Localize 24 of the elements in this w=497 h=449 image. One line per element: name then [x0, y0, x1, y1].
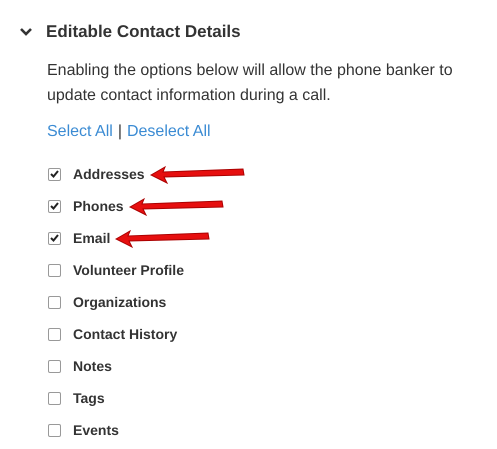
option-label: Contact History: [73, 326, 178, 342]
checkbox[interactable]: [48, 360, 61, 372]
checkbox[interactable]: [48, 200, 61, 212]
description-text: Enabling the options below will allow the phone banker to update contact information during a call.: [47, 61, 454, 106]
checkbox[interactable]: [48, 328, 61, 340]
checkbox[interactable]: [48, 296, 61, 308]
select-link[interactable]: Deselect All: [126, 123, 211, 141]
option-label: Notes: [73, 358, 112, 374]
option-label: Volunteer Profile: [73, 262, 184, 278]
option-label: Phones: [73, 198, 124, 214]
option-label: Events: [73, 422, 119, 438]
chevron-down-icon[interactable]: [20, 27, 32, 37]
checkbox[interactable]: [48, 424, 61, 436]
checkbox[interactable]: [48, 392, 61, 404]
checkbox[interactable]: [48, 232, 61, 244]
checkbox[interactable]: [48, 168, 61, 180]
separator-text: |: [118, 123, 122, 141]
checkbox[interactable]: [48, 264, 61, 276]
option-label: Tags: [73, 390, 105, 406]
option-label: Addresses: [73, 166, 145, 182]
section-title: Editable Contact Details: [46, 22, 241, 42]
select-link[interactable]: Select All: [47, 123, 113, 141]
option-label: Email: [73, 230, 110, 246]
option-label: Organizations: [73, 294, 166, 310]
